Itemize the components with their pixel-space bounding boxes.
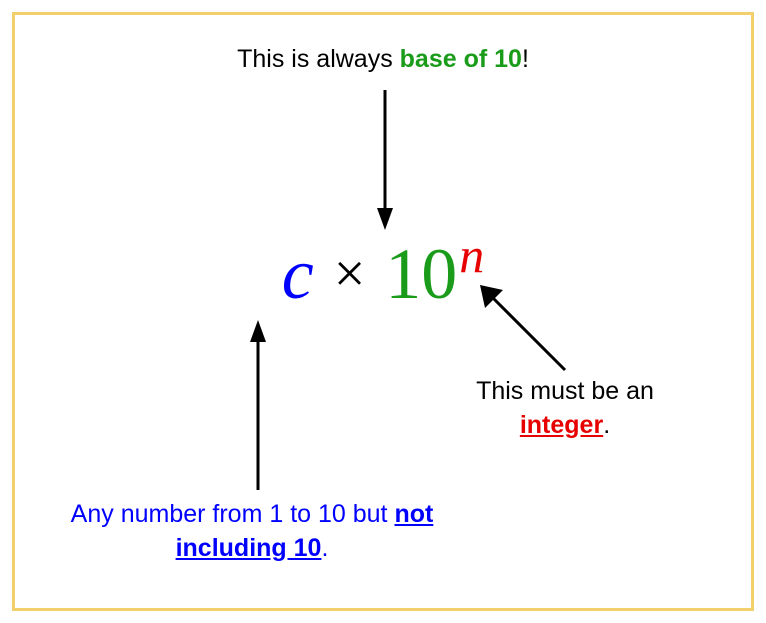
label-top-text2: ! bbox=[522, 45, 529, 73]
label-right-text2: . bbox=[603, 411, 610, 439]
formula-times: × bbox=[332, 243, 368, 305]
label-integer: This must be an integer. bbox=[420, 375, 710, 443]
label-right-emph: integer bbox=[520, 411, 603, 439]
label-coefficient-range: Any number from 1 to 10 but not includin… bbox=[62, 498, 442, 566]
label-top-emph: base of 10 bbox=[400, 45, 522, 73]
label-bottom-text2: . bbox=[321, 534, 328, 562]
label-bottom-text1: Any number from 1 to 10 but bbox=[71, 500, 395, 528]
scientific-notation-formula: c × 10n bbox=[0, 238, 766, 310]
formula-coefficient: c bbox=[282, 234, 314, 314]
formula-exponent: n bbox=[459, 227, 484, 283]
arrow-top-icon bbox=[375, 90, 395, 230]
formula-base-ten: 10 bbox=[385, 234, 457, 314]
arrow-right-icon bbox=[475, 280, 575, 380]
label-right-text1: This must be an bbox=[476, 377, 654, 405]
arrow-bottom-icon bbox=[248, 320, 268, 490]
label-top-text1: This is always bbox=[237, 45, 400, 73]
label-base-of-10: This is always base of 10! bbox=[0, 45, 766, 74]
